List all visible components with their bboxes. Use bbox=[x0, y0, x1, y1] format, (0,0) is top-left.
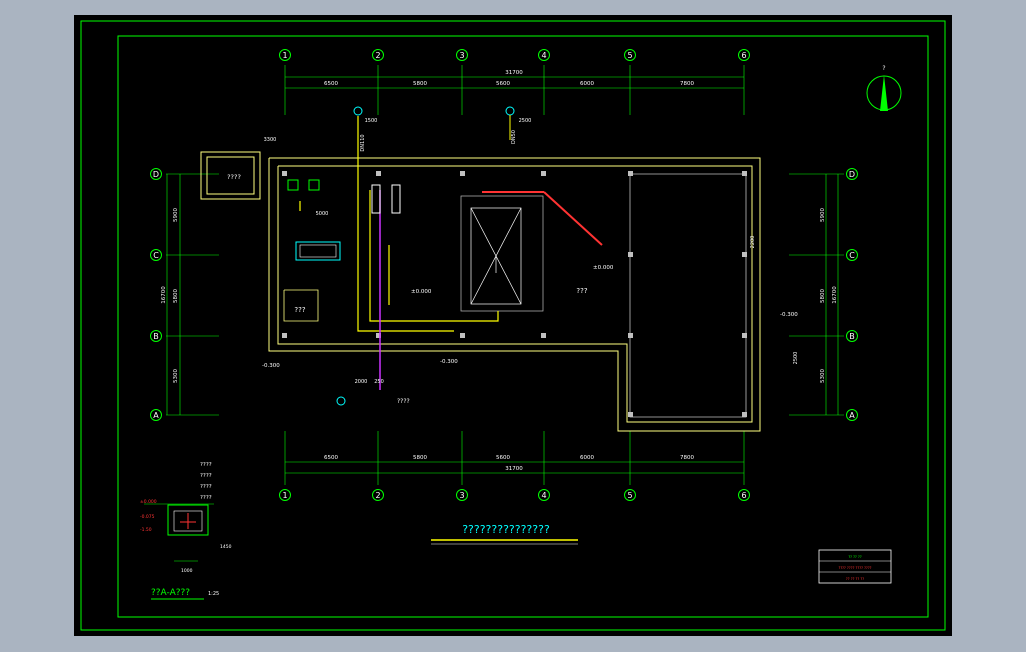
section-detail bbox=[144, 503, 214, 562]
grid-col-5-bottom: 5 bbox=[627, 491, 632, 500]
dim-top-2: 5800 bbox=[413, 81, 427, 87]
north-label: ? bbox=[882, 65, 885, 72]
cad-drawing: 1 2 3 4 5 6 1 2 3 4 5 6 D C B A D C B A bbox=[80, 20, 946, 631]
section-note-2: ???? bbox=[200, 473, 212, 479]
dim-pipe-offset-1: 1500 bbox=[365, 118, 378, 124]
dim-top-5: 7800 bbox=[680, 81, 694, 87]
section-bottom-dim: 1000 bbox=[181, 568, 193, 574]
dim-2200: 2200 bbox=[750, 236, 756, 249]
dim-2500: 2500 bbox=[793, 352, 799, 365]
title-block-line-2: ???? ???? ???? ???? bbox=[838, 566, 871, 570]
pipe-size-2: DN50 bbox=[511, 130, 517, 144]
outer-frame bbox=[80, 20, 946, 631]
section-title: ??A-A??? bbox=[151, 588, 190, 598]
grid-row-d-right: D bbox=[849, 170, 855, 179]
central-tank bbox=[460, 195, 544, 312]
dim-250: 250 bbox=[374, 379, 384, 385]
grid-col-4-top: 4 bbox=[541, 51, 546, 60]
right-grid-bubbles bbox=[846, 168, 858, 421]
dim-bottom-5: 7800 bbox=[680, 455, 694, 461]
building-walls bbox=[268, 157, 761, 432]
grid-col-4-bottom: 4 bbox=[541, 491, 546, 500]
dim-left-2: 5800 bbox=[173, 289, 179, 303]
section-elev-3: -1.50 bbox=[140, 527, 152, 533]
section-elev-1: ±0.000 bbox=[140, 499, 157, 505]
grid-col-5-top: 5 bbox=[627, 51, 632, 60]
elev-label-2: ±0.000 bbox=[593, 265, 614, 271]
left-grid-bubbles bbox=[150, 168, 162, 421]
grid-col-6-bottom: 6 bbox=[741, 491, 746, 500]
pit-label: ???? bbox=[227, 173, 241, 181]
dim-left-1: 5900 bbox=[173, 208, 179, 222]
dim-bottom-1: 6500 bbox=[324, 455, 338, 461]
dim-right-1: 5900 bbox=[820, 208, 826, 222]
elev-label-5: -0.300 bbox=[780, 312, 798, 318]
dim-right-2: 5800 bbox=[820, 289, 826, 303]
grid-col-6-top: 6 bbox=[741, 51, 746, 60]
title-block-line-3: ?? ?? ?? ?? bbox=[846, 577, 864, 581]
section-note-1: ???? bbox=[200, 462, 212, 468]
dim-left-total: 16700 bbox=[161, 286, 167, 304]
section-elev-2: -0.075 bbox=[140, 514, 155, 520]
dim-right-3: 5300 bbox=[820, 369, 826, 383]
grid-col-1-bottom: 1 bbox=[282, 491, 287, 500]
elev-label-1: ±0.000 bbox=[411, 289, 432, 295]
small-room-label: ??? bbox=[294, 306, 305, 314]
section-note-4: ???? bbox=[200, 495, 212, 501]
elev-label-3: -0.300 bbox=[440, 359, 458, 365]
grid-row-a-left: A bbox=[153, 411, 159, 420]
grid-col-1-top: 1 bbox=[282, 51, 287, 60]
grid-row-b-right: B bbox=[849, 332, 855, 341]
drawing-sheet: 1 2 3 4 5 6 1 2 3 4 5 6 D C B A D C B A bbox=[74, 15, 952, 636]
section-note-3: ???? bbox=[200, 484, 212, 490]
dim-bottom-4: 6000 bbox=[580, 455, 594, 461]
grid-row-c-right: C bbox=[849, 251, 855, 260]
elev-label-4: -0.300 bbox=[262, 363, 280, 369]
top-dimension-lines bbox=[285, 76, 744, 89]
yellow-pipe-network bbox=[299, 116, 499, 332]
dim-top-1: 6500 bbox=[324, 81, 338, 87]
dim-bottom-total: 31700 bbox=[505, 466, 523, 472]
outside-label: ???? bbox=[397, 398, 410, 405]
grid-row-d-left: D bbox=[153, 170, 159, 179]
dim-top-3: 5600 bbox=[496, 81, 510, 87]
pump-equipment bbox=[287, 179, 401, 261]
grid-col-2-bottom: 2 bbox=[375, 491, 380, 500]
dim-2000: 2000 bbox=[355, 379, 368, 385]
dim-5000: 5000 bbox=[316, 211, 329, 217]
red-pipe bbox=[482, 191, 603, 246]
bottom-grid-bubbles bbox=[279, 489, 750, 501]
section-scale: 1:25 bbox=[208, 591, 219, 597]
dim-right-total: 16700 bbox=[832, 286, 838, 304]
dim-bottom-3: 5600 bbox=[496, 455, 510, 461]
grid-col-3-bottom: 3 bbox=[459, 491, 464, 500]
dim-top-4: 6000 bbox=[580, 81, 594, 87]
grid-row-c-left: C bbox=[153, 251, 159, 260]
drawing-title: ??????????????? bbox=[462, 523, 550, 536]
north-arrow bbox=[866, 75, 902, 111]
title-block-line-1: ?? ?? ?? bbox=[848, 555, 862, 559]
section-width-dim: 1450 bbox=[220, 544, 232, 550]
top-grid-bubbles bbox=[279, 49, 750, 61]
dim-left-3: 5300 bbox=[173, 369, 179, 383]
grid-row-a-right: A bbox=[849, 411, 855, 420]
grid-row-b-left: B bbox=[153, 332, 159, 341]
dim-top-total: 31700 bbox=[505, 70, 523, 76]
dim-3300: 3300 bbox=[264, 137, 277, 143]
grid-col-2-top: 2 bbox=[375, 51, 380, 60]
main-room-label: ??? bbox=[576, 287, 587, 295]
grid-col-3-top: 3 bbox=[459, 51, 464, 60]
pipe-size-1: DN110 bbox=[360, 134, 366, 151]
dim-bottom-2: 5800 bbox=[413, 455, 427, 461]
dim-pipe-offset-2: 2500 bbox=[519, 118, 532, 124]
